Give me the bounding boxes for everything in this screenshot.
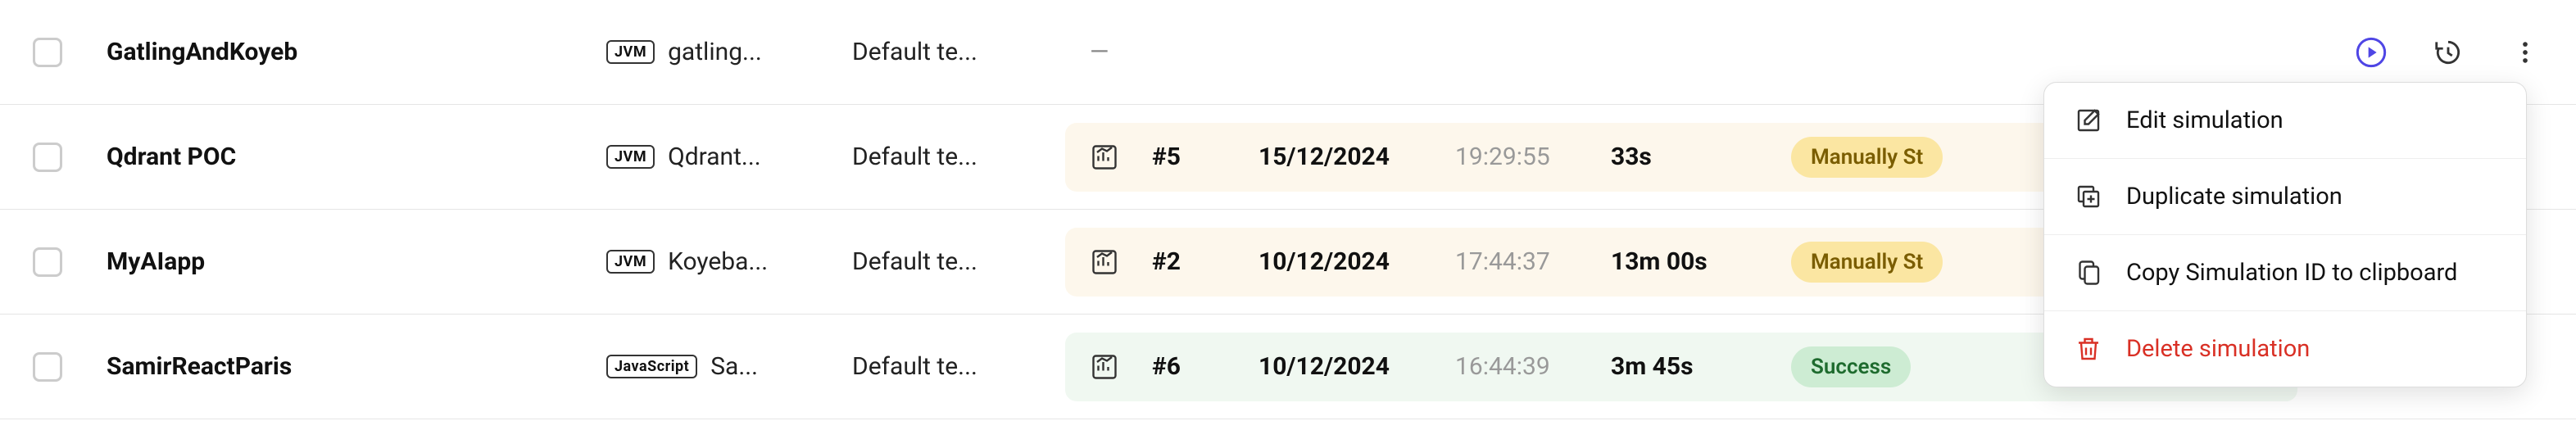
run-duration: 13m 00s xyxy=(1611,247,1758,276)
row-checkbox[interactable] xyxy=(33,38,62,67)
run-number: #6 xyxy=(1152,352,1226,381)
trash-icon xyxy=(2074,334,2103,364)
run-time: 19:29:55 xyxy=(1455,143,1578,171)
language-badge: JVM xyxy=(606,250,655,274)
history-icon xyxy=(2433,37,2464,68)
language-badge: JVM xyxy=(606,40,655,64)
checkbox-cell xyxy=(33,38,107,67)
simulation-name[interactable]: SamirReactParis xyxy=(107,352,606,381)
simulation-script-name: Sa... xyxy=(710,352,758,381)
language-badge: JavaScript xyxy=(606,355,697,378)
duplicate-icon xyxy=(2074,182,2103,211)
language-cell: JavaScript Sa... xyxy=(606,352,852,381)
menu-edit-simulation[interactable]: Edit simulation xyxy=(2044,83,2526,159)
simulation-script-name: gatling... xyxy=(668,38,762,66)
team-name: Default te... xyxy=(852,143,1065,171)
checkbox-cell xyxy=(33,143,107,172)
run-time: 17:44:37 xyxy=(1455,247,1578,276)
checkbox-cell xyxy=(33,352,107,382)
menu-label: Duplicate simulation xyxy=(2126,183,2342,210)
run-number: #2 xyxy=(1152,247,1226,276)
run-placeholder: — xyxy=(1065,18,2297,87)
play-button[interactable] xyxy=(2353,34,2389,70)
menu-copy-id[interactable]: Copy Simulation ID to clipboard xyxy=(2044,235,2526,311)
simulation-name[interactable]: GatlingAndKoyeb xyxy=(107,38,606,66)
menu-duplicate-simulation[interactable]: Duplicate simulation xyxy=(2044,159,2526,235)
chart-icon xyxy=(1090,143,1119,172)
language-cell: JVM Koyeba... xyxy=(606,247,852,276)
menu-label: Edit simulation xyxy=(2126,106,2283,134)
run-duration: 3m 45s xyxy=(1611,352,1758,381)
more-button[interactable] xyxy=(2507,34,2543,70)
kebab-icon xyxy=(2511,38,2539,66)
run-date: 10/12/2024 xyxy=(1259,352,1422,381)
run-date: 15/12/2024 xyxy=(1259,143,1422,171)
run-number: #5 xyxy=(1152,143,1226,171)
language-cell: JVM gatling... xyxy=(606,38,852,66)
chart-icon xyxy=(1090,247,1119,277)
simulation-script-name: Qdrant... xyxy=(668,143,761,171)
checkbox-cell xyxy=(33,247,107,277)
row-checkbox[interactable] xyxy=(33,247,62,277)
language-cell: JVM Qdrant... xyxy=(606,143,852,171)
edit-icon xyxy=(2074,106,2103,135)
run-time: 16:44:39 xyxy=(1455,352,1578,381)
simulation-name[interactable]: MyAIapp xyxy=(107,247,606,276)
copy-icon xyxy=(2074,258,2103,287)
row-checkbox[interactable] xyxy=(33,143,62,172)
row-checkbox[interactable] xyxy=(33,352,62,382)
team-name: Default te... xyxy=(852,352,1065,381)
status-badge: Manually St xyxy=(1791,242,1943,283)
actions-cell xyxy=(2297,34,2543,70)
status-badge: Manually St xyxy=(1791,137,1943,178)
team-name: Default te... xyxy=(852,247,1065,276)
simulation-script-name: Koyeba... xyxy=(668,247,768,276)
language-badge: JVM xyxy=(606,145,655,169)
play-icon xyxy=(2355,36,2388,69)
menu-delete-simulation[interactable]: Delete simulation xyxy=(2044,311,2526,387)
simulation-name[interactable]: Qdrant POC xyxy=(107,143,606,171)
menu-label: Copy Simulation ID to clipboard xyxy=(2126,259,2457,287)
run-duration: 33s xyxy=(1611,143,1758,171)
team-name: Default te... xyxy=(852,38,1065,66)
history-button[interactable] xyxy=(2430,34,2466,70)
status-badge: Success xyxy=(1791,346,1911,387)
menu-label: Delete simulation xyxy=(2126,335,2310,363)
run-date: 10/12/2024 xyxy=(1259,247,1422,276)
context-menu: Edit simulation Duplicate simulation Cop… xyxy=(2043,82,2527,387)
chart-icon xyxy=(1090,352,1119,382)
